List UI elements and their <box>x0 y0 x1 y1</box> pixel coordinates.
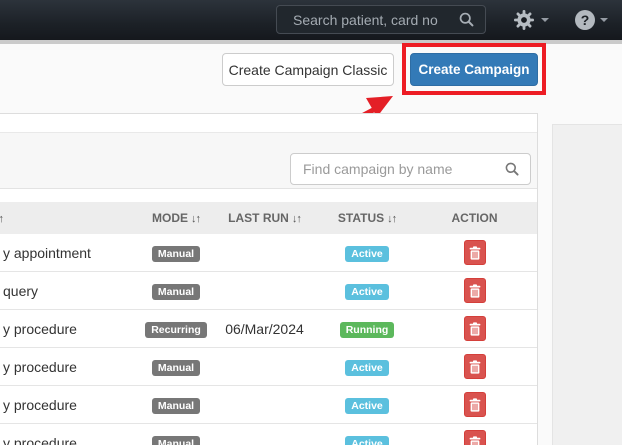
sort-icon: ↓↑ <box>291 213 302 225</box>
table-row: y procedure Recurring 06/Mar/2024 Runnin… <box>0 310 537 348</box>
mode-badge: Manual <box>151 435 201 445</box>
mode-cell: Manual <box>145 396 207 414</box>
table-row: y procedure Manual Active <box>0 386 537 424</box>
table-row: query Manual Active <box>0 272 537 310</box>
settings-menu[interactable] <box>512 8 549 32</box>
delete-campaign-button[interactable] <box>463 430 486 445</box>
mode-badge: Recurring <box>145 321 207 338</box>
column-header-mode[interactable]: MODE ↓↑ <box>145 211 207 225</box>
campaign-list-panel: Find campaign by name ↓↑ MODE↓↑ LAST RUN… <box>0 113 538 445</box>
create-campaign-classic-button[interactable]: Create Campaign Classic <box>222 53 394 86</box>
mode-badge: Manual <box>151 245 201 262</box>
trash-icon <box>469 397 480 412</box>
campaign-name-cell: y appointment <box>3 244 91 261</box>
mode-badge: Manual <box>151 359 201 376</box>
status-badge: Active <box>345 397 389 414</box>
create-campaign-button[interactable]: Create Campaign <box>410 53 538 86</box>
find-campaign-placeholder: Find campaign by name <box>303 161 453 177</box>
status-badge: Active <box>345 435 389 445</box>
trash-icon <box>469 359 480 374</box>
mode-badge: Manual <box>151 283 201 300</box>
table-header-row: ↓↑ MODE↓↑ LAST RUN↓↑ STATUS↓↑ ACTION <box>0 202 537 234</box>
top-navbar: Search patient, card no ? <box>0 0 622 40</box>
column-header-name[interactable]: ↓↑ <box>0 211 145 225</box>
mode-cell: Manual <box>145 282 207 300</box>
last-run-cell: 06/Mar/2024 <box>225 320 304 337</box>
patient-search-placeholder: Search patient, card no <box>293 11 438 28</box>
search-icon[interactable] <box>504 161 520 177</box>
help-menu[interactable]: ? <box>575 10 608 30</box>
status-cell: Active <box>322 358 412 376</box>
trash-icon <box>469 321 480 336</box>
caret-down-icon <box>600 18 608 22</box>
campaign-name-cell: y procedure <box>3 358 77 375</box>
sort-icon: ↓↑ <box>0 213 4 225</box>
status-cell: Running <box>322 320 412 338</box>
campaign-name-cell: query <box>3 282 39 299</box>
sort-icon: ↓↑ <box>387 213 397 225</box>
campaign-name-cell: y procedure <box>3 434 77 445</box>
mode-cell: Recurring <box>145 320 207 338</box>
status-cell: Active <box>322 434 412 445</box>
sort-icon: ↓↑ <box>191 213 201 225</box>
column-header-action: ACTION <box>451 211 498 225</box>
action-cell <box>412 240 537 265</box>
action-cell <box>412 354 537 379</box>
campaign-name-cell: y procedure <box>3 396 77 413</box>
trash-icon <box>469 245 480 260</box>
table-row: y procedure Manual Active <box>0 424 537 445</box>
action-cell <box>412 392 537 417</box>
delete-campaign-button[interactable] <box>463 240 486 265</box>
status-badge: Active <box>345 283 389 300</box>
search-icon[interactable] <box>458 11 475 28</box>
gear-icon <box>514 10 534 30</box>
navbar-divider <box>0 40 622 44</box>
status-cell: Active <box>322 282 412 300</box>
delete-campaign-button[interactable] <box>463 278 486 303</box>
table-row: y procedure Manual Active <box>0 348 537 386</box>
action-cell <box>412 316 537 341</box>
campaign-filter-bar: Find campaign by name <box>0 132 537 189</box>
help-icon: ? <box>575 10 595 30</box>
caret-down-icon <box>541 18 549 22</box>
mode-cell: Manual <box>145 358 207 376</box>
status-badge: Running <box>339 321 395 338</box>
find-campaign-input[interactable]: Find campaign by name <box>290 153 531 185</box>
status-badge: Active <box>345 245 389 262</box>
status-cell: Active <box>322 396 412 414</box>
screen: Search patient, card no ? Create Campaig… <box>0 0 622 445</box>
status-cell: Active <box>322 244 412 262</box>
delete-campaign-button[interactable] <box>463 392 486 417</box>
table-row: y appointment Manual Active <box>0 234 537 272</box>
delete-campaign-button[interactable] <box>463 316 486 341</box>
mode-cell: Manual <box>145 244 207 262</box>
trash-icon <box>469 283 480 298</box>
column-header-status[interactable]: STATUS ↓↑ <box>322 211 412 225</box>
right-side-panel <box>552 124 622 445</box>
action-cell <box>412 278 537 303</box>
table-body: y appointment Manual Active query Manual… <box>0 234 537 445</box>
column-header-last-run[interactable]: LAST RUN ↓↑ <box>207 211 322 225</box>
trash-icon <box>469 435 480 445</box>
mode-badge: Manual <box>151 397 201 414</box>
status-badge: Active <box>345 359 389 376</box>
mode-cell: Manual <box>145 434 207 445</box>
delete-campaign-button[interactable] <box>463 354 486 379</box>
campaign-name-cell: y procedure <box>3 320 77 337</box>
patient-search-box[interactable]: Search patient, card no <box>276 5 486 34</box>
action-cell <box>412 430 537 445</box>
